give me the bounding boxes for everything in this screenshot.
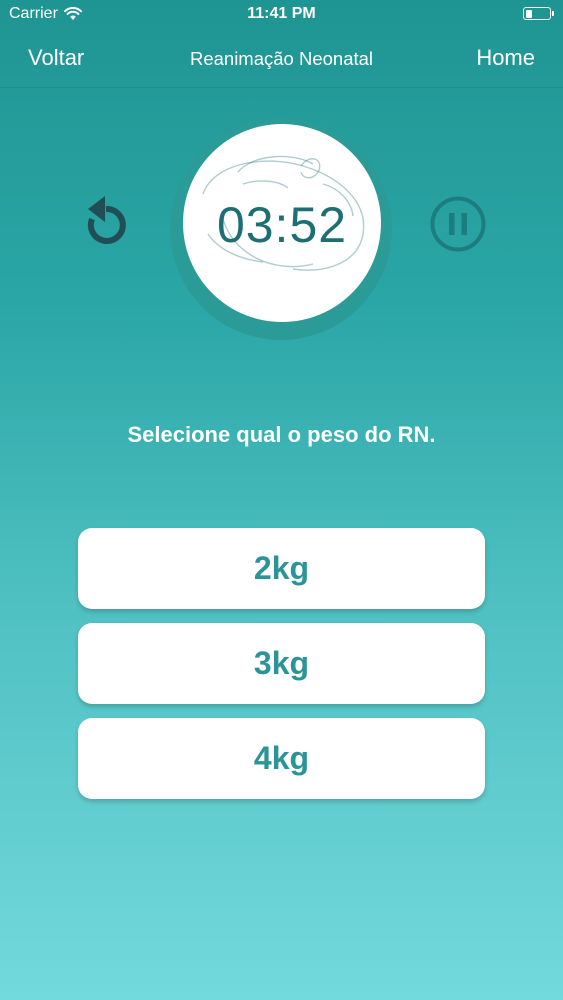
weight-4kg-button[interactable]: 4kg — [78, 718, 485, 799]
timer-face: 03:52 — [183, 124, 381, 322]
home-button[interactable]: Home — [476, 45, 535, 71]
timer-display: 03:52 — [216, 197, 348, 253]
reset-icon[interactable] — [78, 193, 134, 253]
app-screen: Carrier 11:41 PM Voltar Reanimação Neona… — [0, 0, 563, 1000]
weight-prompt: Selecione qual o peso do RN. — [127, 422, 436, 447]
status-time: 11:41 PM — [247, 5, 316, 22]
nav-bar: Voltar Reanimação Neonatal Home — [0, 30, 563, 88]
battery-level — [525, 9, 532, 18]
weight-options: 2kg 3kg 4kg — [78, 528, 485, 813]
battery-icon — [523, 7, 554, 20]
weight-3kg-button[interactable]: 3kg — [78, 623, 485, 704]
status-bar: Carrier 11:41 PM — [0, 0, 563, 30]
pause-icon[interactable] — [429, 195, 487, 253]
weight-2kg-button[interactable]: 2kg — [78, 528, 485, 609]
